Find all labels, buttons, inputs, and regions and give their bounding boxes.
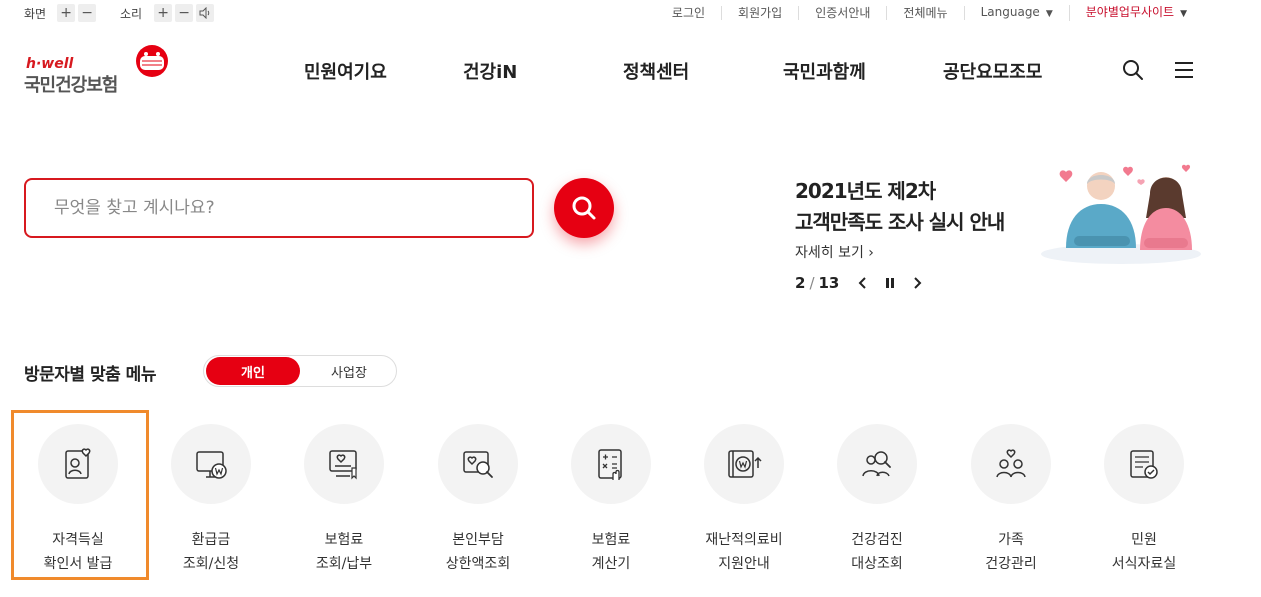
quick-menu-icon-circle <box>1104 424 1184 504</box>
banner-pager: 2 / 13 <box>795 274 925 292</box>
caret-down-icon: ▼ <box>1045 9 1053 19</box>
nav-about-nhis[interactable]: 공단요모조모 <box>943 58 1042 84</box>
monitor-won-icon <box>196 451 227 479</box>
quick-menu-item-copay-limit[interactable]: 본인부담 상한액조회 <box>408 424 548 584</box>
label-line2: 서식자료실 <box>1111 556 1177 572</box>
label-line1: 재난적의료비 <box>705 532 783 548</box>
document-check-icon <box>1130 450 1158 479</box>
quick-menu-item-premium-calculator[interactable]: 보험료 계산기 <box>541 424 681 584</box>
pager-separator: / <box>809 274 815 292</box>
nav-minwon[interactable]: 민원여기요 <box>304 58 387 84</box>
field-sites-label: 분야별업무사이트 <box>1085 5 1175 19</box>
bill-heart-icon <box>329 450 357 480</box>
label-line2: 상한액조회 <box>445 556 511 572</box>
people-search-icon <box>862 451 891 477</box>
wallet-won-icon <box>728 450 762 478</box>
speaker-icon[interactable] <box>196 4 215 22</box>
label-line1: 환급금 <box>191 532 231 548</box>
quick-menu-label: 보험료 계산기 <box>541 528 681 576</box>
quick-menu-label: 본인부담 상한액조회 <box>408 528 548 576</box>
quick-menu-item-forms-library[interactable]: 민원 서식자료실 <box>1074 424 1214 584</box>
full-menu-link[interactable]: 전체메뉴 <box>887 6 965 20</box>
label-line2: 지원안내 <box>718 556 770 572</box>
label-line2: 조회/신청 <box>182 556 240 572</box>
nav-with-people[interactable]: 국민과함께 <box>783 58 866 84</box>
tab-business[interactable]: 사업장 <box>302 357 396 385</box>
label-line1: 가족 <box>998 532 1024 548</box>
visitor-type-toggle: 개인 사업장 <box>203 355 397 387</box>
banner-total-pages: 13 <box>818 274 840 292</box>
language-select[interactable]: Language ▼ <box>965 5 1070 21</box>
nav-health-in[interactable]: 건강iN <box>463 58 517 84</box>
quick-menu-item-family-health[interactable]: 가족 건강관리 <box>941 424 1081 584</box>
nav-policy-center[interactable]: 정책센터 <box>623 58 689 84</box>
screen-size-control: 화면 + − <box>24 4 97 22</box>
search-icon <box>572 196 596 220</box>
quick-menu-label: 건강검진 대상조회 <box>807 528 947 576</box>
quick-menu-item-checkup-eligibility[interactable]: 건강검진 대상조회 <box>807 424 947 584</box>
utility-bar: 화면 + − 소리 + − 로그인 회원가입 인증서안내 전체메뉴 Langua… <box>0 0 1261 26</box>
tab-personal[interactable]: 개인 <box>206 357 300 385</box>
banner-current-page: 2 <box>795 274 806 292</box>
label-line1: 건강검진 <box>851 532 903 548</box>
quick-menu-icon-circle <box>571 424 651 504</box>
visitor-menu-title: 방문자별 맞춤 메뉴 <box>24 365 156 385</box>
quick-menu-label: 보험료 조회/납부 <box>274 528 414 576</box>
sound-label: 소리 <box>120 6 143 21</box>
certificate-guide-link[interactable]: 인증서안내 <box>799 6 888 20</box>
utility-links: 로그인 회원가입 인증서안내 전체메뉴 Language ▼ 분야별업무사이트 ▼ <box>656 5 1203 21</box>
quick-menu-icon-circle <box>304 424 384 504</box>
main-navigation: 민원여기요 건강iN 정책센터 국민과함께 공단요모조모 <box>0 58 1261 84</box>
label-line1: 보험료 <box>591 532 631 548</box>
chevron-right-icon[interactable] <box>911 275 925 291</box>
banner-title-line1: 2021년도 제2차 <box>795 179 936 203</box>
quick-menu-item-refund[interactable]: 환급금 조회/신청 <box>141 424 281 584</box>
search-field <box>24 178 534 238</box>
screen-zoom-in-button[interactable]: + <box>57 4 76 22</box>
label-line2: 조회/납부 <box>315 556 373 572</box>
search-input[interactable] <box>26 180 532 236</box>
screen-label: 화면 <box>24 6 47 21</box>
label-line1: 민원 <box>1131 532 1157 548</box>
banner-title[interactable]: 2021년도 제2차 고객만족도 조사 실시 안내 <box>795 176 1005 238</box>
label-line2: 계산기 <box>591 556 631 572</box>
banner-illustration <box>1041 164 1201 264</box>
sound-control: 소리 + − <box>120 4 215 22</box>
sound-down-button[interactable]: − <box>175 4 194 22</box>
search-icon[interactable] <box>1121 58 1145 82</box>
label-line2: 대상조회 <box>851 556 903 572</box>
search-button[interactable] <box>554 178 614 238</box>
quick-menu-label: 환급금 조회/신청 <box>141 528 281 576</box>
focus-highlight <box>11 410 149 580</box>
quick-menu-icon-circle <box>837 424 917 504</box>
screen-zoom-out-button[interactable]: − <box>78 4 97 22</box>
caret-down-icon: ▼ <box>1180 9 1187 19</box>
banner-title-line2: 고객만족도 조사 실시 안내 <box>795 210 1005 234</box>
quick-menu-label: 민원 서식자료실 <box>1074 528 1214 576</box>
banner-more-link[interactable]: 자세히 보기 › <box>795 242 874 262</box>
pause-icon[interactable] <box>883 275 897 291</box>
sound-up-button[interactable]: + <box>154 4 173 22</box>
label-line1: 보험료 <box>324 532 364 548</box>
quick-menu-icon-circle <box>438 424 518 504</box>
chevron-left-icon[interactable] <box>855 275 869 291</box>
quick-menu-item-premium-payment[interactable]: 보험료 조회/납부 <box>274 424 414 584</box>
quick-menu-icon-circle <box>171 424 251 504</box>
quick-menu-item-catastrophic-medical[interactable]: 재난적의료비 지원안내 <box>674 424 814 584</box>
signup-link[interactable]: 회원가입 <box>722 6 800 20</box>
quick-menu-label: 재난적의료비 지원안내 <box>674 528 814 576</box>
field-sites-select[interactable]: 분야별업무사이트 ▼ <box>1070 5 1203 21</box>
quick-menu-icon-circle <box>971 424 1051 504</box>
menu-icon[interactable] <box>1172 58 1196 82</box>
quick-menu-icon-circle <box>704 424 784 504</box>
language-label: Language <box>980 5 1040 19</box>
quick-menu-label: 가족 건강관리 <box>941 528 1081 576</box>
label-line2: 건강관리 <box>985 556 1037 572</box>
family-heart-icon <box>996 449 1026 478</box>
login-link[interactable]: 로그인 <box>656 6 723 20</box>
calculator-icon <box>598 449 622 480</box>
search-heart-icon <box>463 451 493 478</box>
label-line1: 본인부담 <box>452 532 504 548</box>
